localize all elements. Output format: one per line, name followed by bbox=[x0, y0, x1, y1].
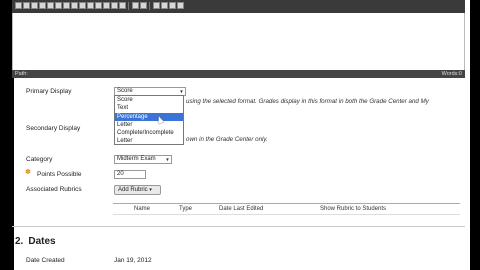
editor-toolbar bbox=[12, 0, 465, 13]
toolbar-button[interactable] bbox=[87, 2, 94, 9]
category-select[interactable]: Midterm Exam ▼ bbox=[114, 155, 172, 164]
primary-display-options[interactable]: Score Text Percentage Letter Complete/In… bbox=[114, 95, 184, 145]
editor-path: Path: bbox=[15, 71, 28, 77]
toolbar-button[interactable] bbox=[177, 2, 184, 9]
required-icon: ✽ bbox=[25, 169, 31, 176]
toolbar-button[interactable] bbox=[140, 2, 147, 9]
points-possible-input[interactable]: 20 bbox=[114, 170, 146, 179]
toolbar-button[interactable] bbox=[103, 2, 110, 9]
editor-status-bar: Path: Words:0 bbox=[12, 70, 465, 78]
option-letter-2[interactable]: Letter bbox=[115, 137, 183, 145]
toolbar-button[interactable] bbox=[161, 2, 168, 9]
add-rubric-button[interactable]: Add Rubric ▾ bbox=[114, 185, 161, 195]
primary-display-label: Primary Display bbox=[26, 88, 72, 95]
toolbar-button[interactable] bbox=[119, 2, 126, 9]
chevron-down-icon: ▾ bbox=[149, 187, 152, 193]
category-label: Category bbox=[26, 156, 53, 163]
date-created-value: Jan 19, 2012 bbox=[114, 257, 152, 264]
toolbar-separator bbox=[149, 2, 150, 10]
column-header-date-last-edited[interactable]: Date Last Edited bbox=[219, 206, 263, 212]
section-heading-dates: 2. Dates bbox=[15, 236, 56, 247]
toolbar-button[interactable] bbox=[169, 2, 176, 9]
category-value: Midterm Exam bbox=[117, 156, 156, 162]
add-rubric-label: Add Rubric bbox=[118, 187, 148, 193]
toolbar-button[interactable] bbox=[39, 2, 46, 9]
toolbar-button[interactable] bbox=[153, 2, 160, 9]
text-editor-area[interactable] bbox=[12, 13, 465, 70]
toolbar-button[interactable] bbox=[71, 2, 78, 9]
rubric-table-header: Name Type Date Last Edited Show Rubric t… bbox=[113, 203, 460, 215]
date-created-label: Date Created bbox=[26, 257, 65, 264]
points-possible-label: Points Possible bbox=[37, 171, 82, 178]
toolbar-button[interactable] bbox=[111, 2, 118, 9]
column-header-name[interactable]: Name bbox=[134, 206, 150, 212]
chevron-down-icon: ▼ bbox=[165, 157, 170, 162]
toolbar-button[interactable] bbox=[47, 2, 54, 9]
option-text[interactable]: Text bbox=[115, 104, 183, 112]
option-letter[interactable]: Letter bbox=[115, 121, 183, 129]
toolbar-button[interactable] bbox=[63, 2, 70, 9]
secondary-display-label: Secondary Display bbox=[26, 125, 81, 132]
toolbar-button[interactable] bbox=[15, 2, 22, 9]
secondary-display-help: own in the Grade Center only. bbox=[186, 136, 268, 143]
toolbar-button[interactable] bbox=[31, 2, 38, 9]
toolbar-button[interactable] bbox=[132, 2, 139, 9]
toolbar-button[interactable] bbox=[23, 2, 30, 9]
chevron-down-icon: ▼ bbox=[179, 89, 184, 94]
primary-display-value: Score bbox=[117, 88, 133, 94]
section-divider bbox=[12, 226, 465, 227]
toolbar-separator bbox=[128, 2, 129, 10]
column-header-show-rubric[interactable]: Show Rubric to Students bbox=[320, 206, 386, 212]
word-count: Words:0 bbox=[441, 71, 462, 77]
option-score[interactable]: Score bbox=[115, 96, 183, 104]
toolbar-button[interactable] bbox=[79, 2, 86, 9]
section-title: Dates bbox=[28, 236, 56, 247]
primary-display-help: using the selected format. Grades displa… bbox=[186, 98, 429, 105]
toolbar-button[interactable] bbox=[55, 2, 62, 9]
section-number: 2. bbox=[15, 236, 24, 247]
column-header-type[interactable]: Type bbox=[179, 206, 192, 212]
associated-rubrics-label: Associated Rubrics bbox=[26, 186, 82, 193]
toolbar-button[interactable] bbox=[95, 2, 102, 9]
option-percentage[interactable]: Percentage bbox=[115, 112, 183, 121]
option-complete-incomplete[interactable]: Complete/Incomplete bbox=[115, 129, 183, 137]
